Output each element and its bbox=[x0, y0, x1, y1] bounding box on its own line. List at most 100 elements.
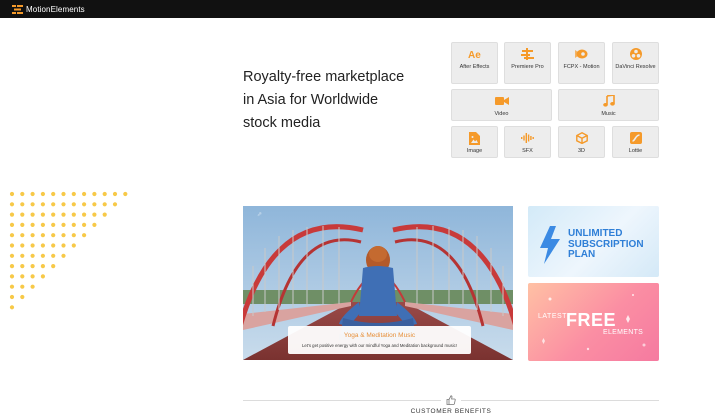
decorative-dot bbox=[30, 253, 35, 258]
decorative-dot bbox=[40, 212, 46, 217]
decorative-dot bbox=[9, 294, 15, 300]
image-file-icon bbox=[468, 131, 482, 145]
svg-text:Ae: Ae bbox=[468, 50, 481, 60]
decorative-dot bbox=[40, 222, 46, 227]
hero-headline: Royalty-free marketplace in Asia for Wor… bbox=[243, 66, 433, 135]
fcpx-motion-icon bbox=[575, 47, 589, 61]
free-promo-suffix: ELEMENTS bbox=[603, 329, 644, 336]
decorative-dot bbox=[82, 191, 87, 197]
decorative-dot bbox=[20, 243, 25, 248]
decorative-dot bbox=[51, 243, 56, 248]
customer-benefits-heading: CUSTOMER BENEFITS bbox=[410, 408, 492, 415]
decorative-dot bbox=[71, 202, 76, 207]
decorative-dot bbox=[9, 202, 15, 207]
decorative-dot bbox=[9, 212, 15, 217]
cube-3d-icon bbox=[575, 131, 589, 145]
divider-left bbox=[243, 400, 441, 401]
featured-caption[interactable]: Yoga & Meditation Music Let's get positi… bbox=[288, 326, 471, 354]
category-music[interactable]: Music bbox=[558, 89, 659, 121]
decorative-dot bbox=[51, 202, 56, 207]
decorative-dot bbox=[20, 233, 25, 238]
decorative-dots-pattern bbox=[9, 191, 128, 310]
decorative-dot bbox=[112, 191, 118, 197]
unlimited-promo-text: UNLIMITED SUBSCRIPTION PLAN bbox=[568, 228, 644, 261]
headline-line-3: stock media bbox=[243, 115, 321, 131]
davinci-resolve-icon bbox=[629, 47, 643, 61]
decorative-dot bbox=[71, 191, 76, 197]
decorative-dot bbox=[9, 284, 15, 289]
decorative-dot bbox=[61, 253, 66, 258]
decorative-dot bbox=[9, 233, 15, 238]
category-davinci-resolve[interactable]: DaVinci Resolve bbox=[612, 42, 659, 84]
decorative-dot bbox=[30, 243, 35, 248]
category-label: Image bbox=[466, 148, 483, 154]
category-label: After Effects bbox=[459, 64, 490, 70]
decorative-dot bbox=[61, 191, 66, 197]
decorative-dot bbox=[30, 284, 35, 289]
category-label: DaVinci Resolve bbox=[615, 64, 656, 70]
decorative-dot bbox=[61, 202, 66, 207]
decorative-dot bbox=[61, 243, 66, 248]
decorative-dot bbox=[102, 202, 107, 207]
category-sfx[interactable]: SFX bbox=[504, 126, 551, 158]
decorative-dot bbox=[92, 202, 97, 207]
decorative-dot bbox=[51, 264, 56, 269]
decorative-dot bbox=[51, 222, 56, 227]
decorative-dot bbox=[92, 212, 97, 217]
decorative-dot bbox=[102, 191, 107, 197]
decorative-dot bbox=[51, 253, 56, 258]
music-note-icon bbox=[602, 94, 616, 108]
decorative-dot bbox=[40, 191, 46, 197]
category-after-effects[interactable]: Ae After Effects bbox=[451, 42, 498, 84]
decorative-dot bbox=[30, 274, 35, 279]
decorative-dot bbox=[9, 222, 15, 227]
category-image[interactable]: Image bbox=[451, 126, 498, 158]
decorative-dot bbox=[51, 233, 56, 238]
headline-line-2: in Asia for Worldwide bbox=[243, 92, 379, 108]
decorative-dot bbox=[92, 222, 97, 227]
top-navigation-bar: MotionElements bbox=[0, 0, 715, 18]
decorative-dot bbox=[9, 305, 15, 310]
category-premiere-pro[interactable]: Premiere Pro bbox=[504, 42, 551, 84]
divider-right bbox=[461, 400, 659, 401]
decorative-dot bbox=[61, 233, 66, 238]
decorative-dot bbox=[40, 233, 46, 238]
free-promo-main: FREE bbox=[566, 310, 617, 330]
category-fcpx-motion[interactable]: FCPX - Motion bbox=[558, 42, 605, 84]
decorative-dot bbox=[82, 222, 87, 227]
decorative-dot bbox=[61, 222, 66, 227]
decorative-dot bbox=[20, 212, 25, 217]
decorative-dot bbox=[30, 202, 35, 207]
decorative-dot bbox=[30, 233, 35, 238]
category-label: 3D bbox=[577, 148, 586, 154]
thumbs-up-icon bbox=[446, 395, 456, 405]
video-camera-icon bbox=[494, 94, 509, 108]
category-label: Music bbox=[601, 111, 616, 117]
decorative-dot bbox=[71, 212, 76, 217]
brand-logo[interactable]: MotionElements bbox=[12, 3, 85, 15]
lottie-icon bbox=[629, 131, 643, 145]
decorative-dot bbox=[30, 222, 35, 227]
decorative-dot bbox=[9, 243, 15, 248]
decorative-dot bbox=[20, 191, 25, 197]
decorative-dot bbox=[9, 253, 15, 258]
decorative-dot bbox=[40, 243, 46, 248]
category-3d[interactable]: 3D bbox=[558, 126, 605, 158]
decorative-dot bbox=[20, 264, 25, 269]
premiere-pro-icon bbox=[521, 47, 535, 61]
decorative-dot bbox=[20, 253, 25, 258]
unlimited-line-3: PLAN bbox=[568, 249, 596, 260]
unlimited-subscription-promo[interactable]: UNLIMITED SUBSCRIPTION PLAN bbox=[528, 206, 659, 277]
category-video[interactable]: Video bbox=[451, 89, 552, 121]
decorative-dot bbox=[82, 202, 87, 207]
brand-name: MotionElements bbox=[26, 4, 85, 14]
category-lottie[interactable]: Lottie bbox=[612, 126, 659, 158]
decorative-dot bbox=[30, 264, 35, 269]
free-elements-promo[interactable]: LATEST FREE ELEMENTS bbox=[528, 283, 659, 361]
decorative-dot bbox=[9, 264, 15, 269]
decorative-dot bbox=[30, 191, 35, 197]
decorative-dot bbox=[20, 222, 25, 227]
decorative-dot bbox=[20, 284, 25, 289]
decorative-dot bbox=[123, 191, 128, 197]
free-promo-prefix: LATEST bbox=[538, 313, 567, 320]
